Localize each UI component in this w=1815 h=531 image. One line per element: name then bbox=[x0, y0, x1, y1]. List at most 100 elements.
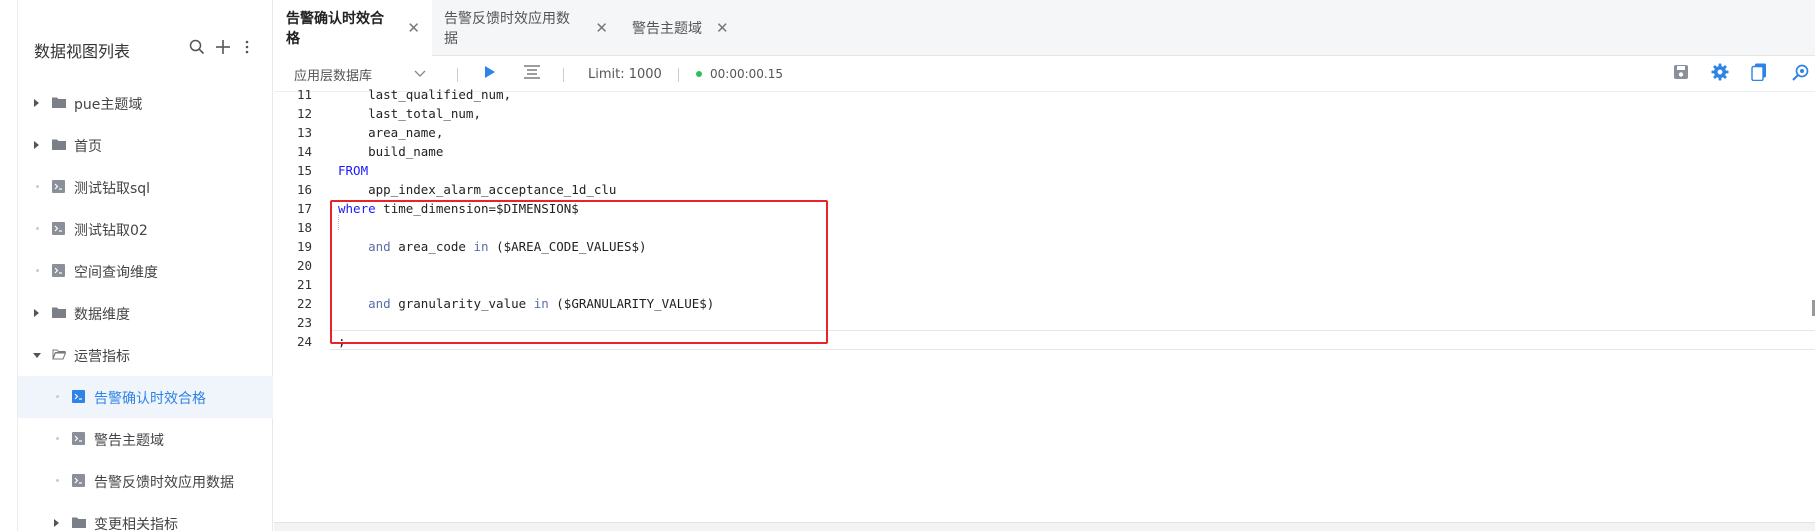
code-text: ; bbox=[338, 332, 346, 351]
sql-keyword: in bbox=[533, 296, 549, 311]
code-text: and granularity_value in ($GRANULARITY_V… bbox=[338, 294, 714, 313]
tab-label: 警告主题域 bbox=[632, 21, 702, 37]
sql-text: ; bbox=[338, 334, 346, 349]
tree-item[interactable]: 首页 bbox=[18, 124, 273, 166]
code-line[interactable]: 19 and area_code in ($AREA_CODE_VALUES$) bbox=[274, 237, 1815, 256]
line-number: 12 bbox=[296, 106, 312, 121]
tree-item[interactable]: 测试钻取02 bbox=[18, 208, 273, 250]
folder-open-icon bbox=[52, 348, 67, 364]
datasource-value: 应用层数据库 bbox=[294, 68, 373, 84]
tree-item[interactable]: 运营指标 bbox=[18, 334, 273, 376]
sql-editor[interactable]: 11 last_qualified_num, 12 last_total_num,… bbox=[274, 87, 1815, 522]
format-icon bbox=[524, 65, 540, 83]
code-line[interactable]: 20 bbox=[274, 256, 1815, 275]
tree-item-label: 测试钻取sql bbox=[74, 181, 151, 197]
code-line[interactable]: 24; bbox=[274, 332, 1815, 351]
code-line[interactable]: 15 FROM bbox=[274, 161, 1815, 180]
code-line[interactable]: 23 bbox=[274, 313, 1815, 332]
zoom-search-icon bbox=[1792, 64, 1809, 85]
code-line[interactable]: 16 app_index_alarm_acceptance_1d_clu bbox=[274, 180, 1815, 199]
sql-text: time_dimension=$DIMENSION$ bbox=[375, 201, 579, 216]
code-line[interactable]: 21 bbox=[274, 275, 1815, 294]
code-text: FROM bbox=[338, 161, 368, 180]
line-number: 17 bbox=[296, 201, 312, 216]
tree-dot bbox=[36, 227, 39, 230]
code-text: app_index_alarm_acceptance_1d_clu bbox=[338, 180, 616, 199]
code-text: and area_code in ($AREA_CODE_VALUES$) bbox=[338, 237, 647, 256]
play-icon bbox=[484, 66, 495, 82]
tree-dot bbox=[56, 395, 59, 398]
tree-dot bbox=[56, 437, 59, 440]
sidebar-header: 数据视图列表 bbox=[18, 0, 273, 90]
tree-item[interactable]: 空间查询维度 bbox=[18, 250, 273, 292]
tab-label: 告警确认时效合格 bbox=[286, 11, 384, 47]
tree-item-label: 运营指标 bbox=[74, 349, 130, 365]
tree-item[interactable]: 测试钻取sql bbox=[18, 166, 273, 208]
line-number: 14 bbox=[296, 144, 312, 159]
caret-right-icon[interactable] bbox=[34, 309, 39, 317]
divider bbox=[678, 68, 679, 82]
line-number: 23 bbox=[296, 315, 312, 330]
line-number: 24 bbox=[296, 334, 312, 349]
search-icon[interactable] bbox=[186, 36, 208, 58]
caret-right-icon[interactable] bbox=[54, 519, 59, 527]
sidebar: 数据视图列表 pue主题域首页测试钻取sql 测试钻取02 空间查询维度数据维度运营… bbox=[18, 0, 273, 531]
caret-down-icon[interactable] bbox=[33, 353, 41, 358]
sql-keyword: and bbox=[368, 296, 391, 311]
tree-dot bbox=[36, 269, 39, 272]
code-line[interactable]: 12 last_total_num, bbox=[274, 104, 1815, 123]
sql-keyword: and bbox=[368, 239, 391, 254]
code-line[interactable]: 13 area_name, bbox=[274, 123, 1815, 142]
tree-item-label: 首页 bbox=[74, 139, 102, 155]
elapsed-time: 00:00:00.15 bbox=[710, 67, 783, 81]
code-line[interactable]: 11 last_qualified_num, bbox=[274, 85, 1815, 104]
caret-right-icon[interactable] bbox=[34, 141, 39, 149]
code-line[interactable]: 14 build_name bbox=[274, 142, 1815, 161]
tree-item[interactable]: 数据维度 bbox=[18, 292, 273, 334]
tab-alarm-feedback[interactable]: 告警反馈时效应用数据 ✕ bbox=[432, 0, 620, 56]
line-number: 19 bbox=[296, 239, 312, 254]
line-number: 21 bbox=[296, 277, 312, 292]
add-icon[interactable] bbox=[212, 36, 234, 58]
tree-dot bbox=[36, 185, 39, 188]
result-panel-divider[interactable] bbox=[274, 522, 1815, 531]
code-line[interactable]: 22 and granularity_value in ($GRANULARIT… bbox=[274, 294, 1815, 313]
close-icon[interactable]: ✕ bbox=[595, 19, 608, 37]
sql-text: area_name, bbox=[338, 125, 444, 140]
close-icon[interactable]: ✕ bbox=[407, 19, 420, 37]
caret-right-icon[interactable] bbox=[34, 99, 39, 107]
line-number: 22 bbox=[296, 296, 312, 311]
tree-item-label: 警告主题域 bbox=[94, 433, 164, 449]
tree-item-label: 数据维度 bbox=[74, 307, 130, 323]
folder-icon bbox=[52, 138, 66, 154]
code-line[interactable]: 17 where time_dimension=$DIMENSION$ bbox=[274, 199, 1815, 218]
tree-item-label: 告警确认时效合格 bbox=[94, 391, 206, 407]
sql-text: granularity_value bbox=[390, 296, 534, 311]
gear-icon bbox=[1711, 63, 1729, 85]
tree-item-label: 测试钻取02 bbox=[74, 223, 148, 239]
sql-file-icon bbox=[52, 222, 65, 239]
tab-alarm-ack[interactable]: 告警确认时效合格 ✕ bbox=[274, 0, 432, 56]
sql-file-icon bbox=[72, 474, 85, 491]
code-line[interactable]: 18 bbox=[274, 218, 1815, 237]
sql-text: last_qualified_num, bbox=[338, 87, 512, 102]
tree-item[interactable]: 告警确认时效合格 bbox=[18, 376, 273, 418]
more-vertical-icon[interactable] bbox=[236, 36, 258, 58]
sql-text: ($AREA_CODE_VALUES$) bbox=[488, 239, 647, 254]
tree-item[interactable]: 警告主题域 bbox=[18, 418, 273, 460]
tree-item-label: 告警反馈时效应用数据 bbox=[94, 475, 234, 491]
tree-item[interactable]: 变更相关指标 bbox=[18, 502, 273, 531]
line-number: 16 bbox=[296, 182, 312, 197]
close-icon[interactable]: ✕ bbox=[716, 19, 729, 37]
chevron-down-icon bbox=[414, 67, 426, 82]
sql-text: app_index_alarm_acceptance_1d_clu bbox=[338, 182, 617, 197]
code-text: area_name, bbox=[338, 123, 443, 142]
tab-label: 告警反馈时效应用数据 bbox=[444, 11, 570, 47]
sql-file-icon bbox=[72, 432, 85, 449]
tree-item[interactable]: pue主题域 bbox=[18, 82, 273, 124]
page-margin bbox=[0, 0, 18, 531]
tree-item[interactable]: 告警反馈时效应用数据 bbox=[18, 460, 273, 502]
tab-warning-domain[interactable]: 警告主题域 ✕ bbox=[620, 0, 752, 56]
line-number: 20 bbox=[296, 258, 312, 273]
